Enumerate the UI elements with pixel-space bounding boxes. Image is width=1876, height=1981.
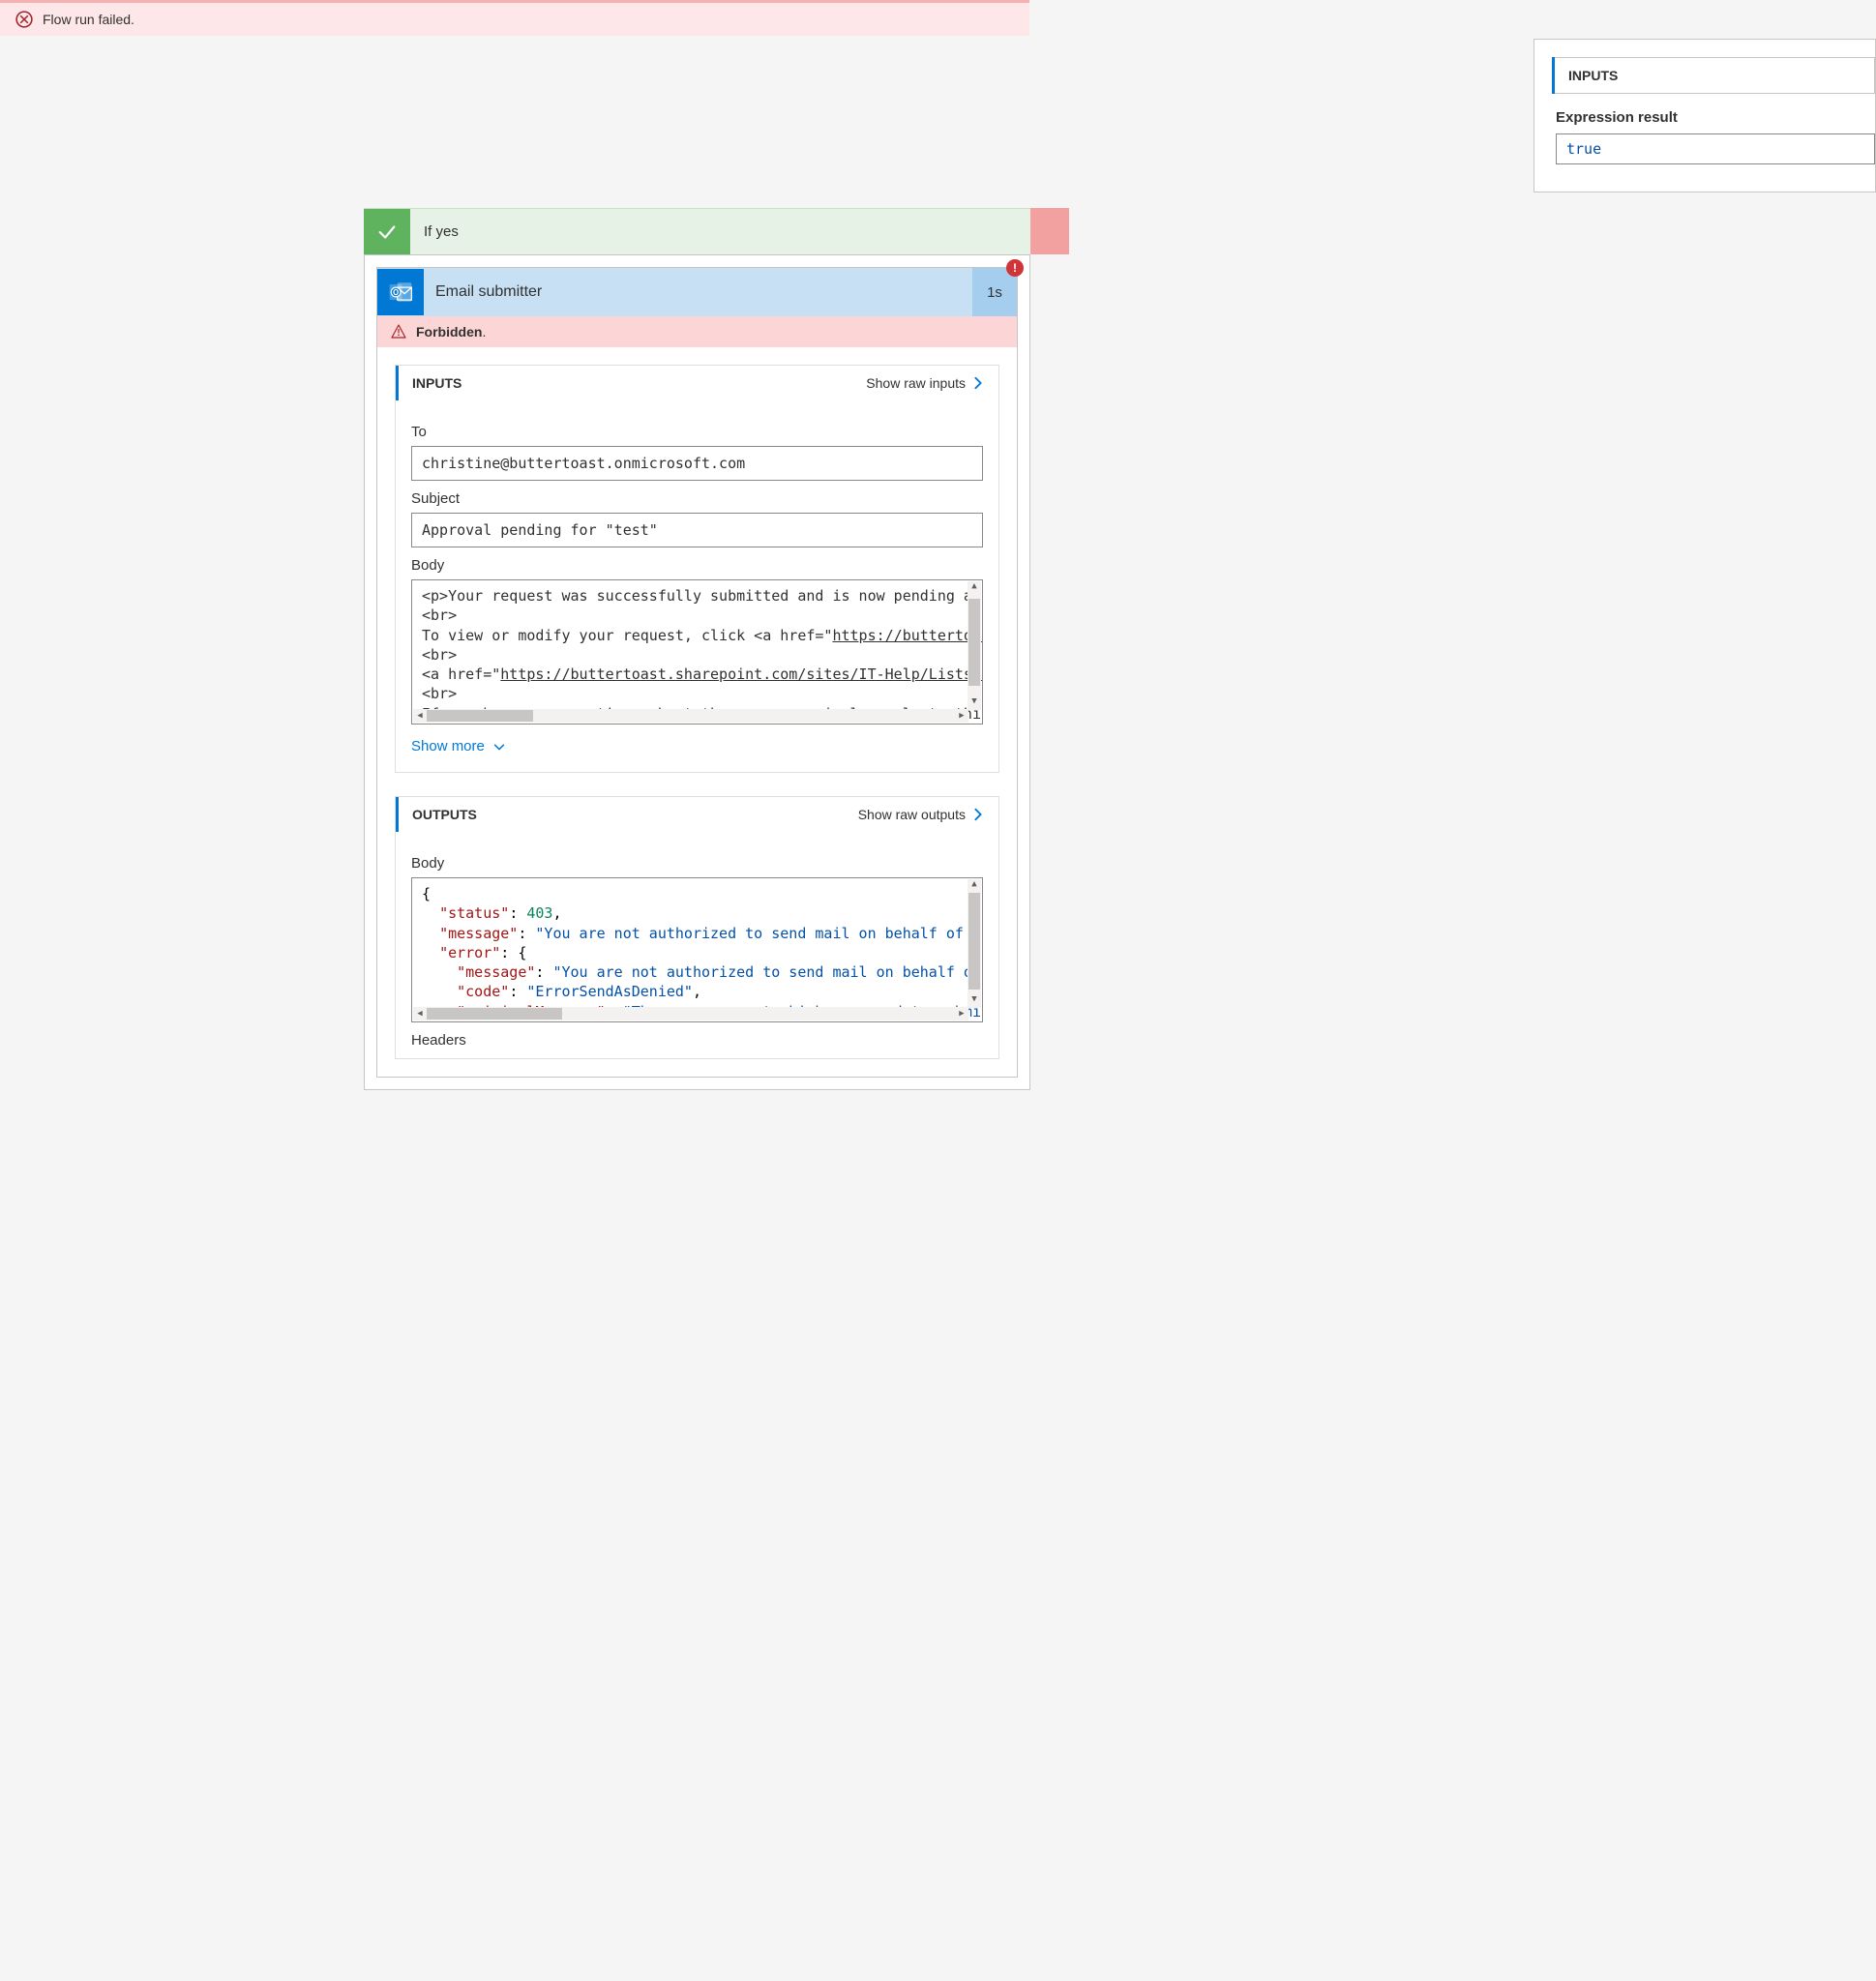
output-body-json[interactable]: { "status": 403, "message": "You are not…	[411, 877, 983, 1022]
body-content: <p>Your request was successfully submitt…	[412, 580, 983, 724]
condition-inputs-header: INPUTS	[1555, 57, 1875, 94]
warning-triangle-icon	[391, 324, 406, 340]
show-raw-inputs-link[interactable]: Show raw inputs	[866, 375, 985, 391]
email-submitter-action: Email submitter 1s Forbidden. INPUTS	[376, 267, 1018, 1078]
output-horizontal-scrollbar[interactable]: ◀ ▶	[413, 1007, 968, 1020]
to-label: To	[411, 424, 983, 440]
action-title: Email submitter	[435, 283, 972, 301]
condition-inputs-card: INPUTS Expression result true	[1534, 39, 1876, 192]
if-yes-check-icon	[364, 209, 410, 255]
if-yes-label: If yes	[410, 223, 459, 240]
error-circle-icon	[15, 11, 33, 28]
body-label: Body	[411, 557, 983, 574]
expression-result-label: Expression result	[1556, 109, 1875, 126]
expression-result-value: true	[1556, 133, 1875, 164]
action-error-badge-icon: !	[1006, 259, 1024, 277]
if-yes-branch-header[interactable]: If yes	[364, 208, 1030, 254]
outputs-panel: OUTPUTS Show raw outputs Body { "status"…	[395, 796, 999, 1059]
chevron-down-icon	[492, 740, 506, 754]
action-error-bar: Forbidden.	[377, 316, 1017, 347]
inputs-panel: INPUTS Show raw inputs To christine@butt…	[395, 365, 999, 773]
outputs-panel-header: OUTPUTS Show raw outputs	[396, 797, 998, 832]
chevron-right-icon	[971, 376, 985, 390]
show-more-link[interactable]: Show more	[411, 738, 983, 754]
show-raw-outputs-link[interactable]: Show raw outputs	[858, 807, 985, 822]
output-body-content: { "status": 403, "message": "You are not…	[412, 878, 983, 1022]
flow-error-banner: Flow run failed.	[0, 3, 1029, 36]
inputs-panel-header: INPUTS Show raw inputs	[396, 366, 998, 400]
body-horizontal-scrollbar[interactable]: ◀ ▶	[413, 709, 968, 723]
subject-label: Subject	[411, 490, 983, 507]
chevron-right-icon	[971, 808, 985, 821]
output-body-label: Body	[411, 855, 983, 872]
subject-field[interactable]: Approval pending for "test"	[411, 513, 983, 547]
body-field[interactable]: <p>Your request was successfully submitt…	[411, 579, 983, 724]
if-no-branch-header[interactable]	[1030, 208, 1069, 254]
output-vertical-scrollbar[interactable]: ▲ ▼	[968, 879, 981, 1008]
if-yes-container: ! Email submitter 1s	[364, 254, 1030, 1090]
action-error-text: Forbidden.	[416, 324, 486, 340]
body-vertical-scrollbar[interactable]: ▲ ▼	[968, 581, 981, 710]
to-field[interactable]: christine@buttertoast.onmicrosoft.com	[411, 446, 983, 481]
headers-label: Headers	[411, 1032, 983, 1049]
flow-error-text: Flow run failed.	[43, 12, 134, 27]
action-titlebar[interactable]: Email submitter 1s	[377, 268, 1017, 316]
outlook-icon	[377, 269, 424, 315]
